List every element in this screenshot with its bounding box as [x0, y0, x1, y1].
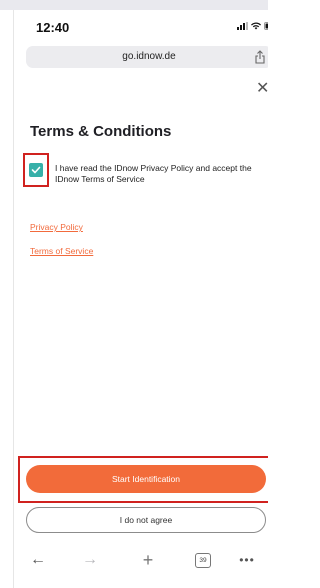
close-icon[interactable]: ✕ — [256, 81, 268, 97]
screen: 12:40 go.idnow.de ✕ Terms & Conditions I… — [0, 0, 268, 588]
checkmark-icon — [31, 166, 41, 174]
more-icon[interactable]: ••• — [236, 550, 258, 570]
privacy-policy-link[interactable]: Privacy Policy — [30, 222, 83, 232]
status-icons — [237, 22, 268, 30]
disagree-button[interactable]: I do not agree — [26, 507, 266, 533]
consent-text: I have read the IDnow Privacy Policy and… — [55, 163, 252, 184]
consent-checkbox[interactable] — [29, 163, 43, 177]
page-title: Terms & Conditions — [30, 123, 172, 140]
wifi-icon — [251, 22, 261, 30]
phone-screen: 12:40 go.idnow.de ✕ Terms & Conditions I… — [13, 10, 268, 588]
top-edge — [0, 0, 268, 10]
terms-of-service-link[interactable]: Terms of Service — [30, 246, 93, 256]
battery-icon — [264, 22, 268, 30]
share-icon[interactable] — [254, 50, 266, 64]
plus-icon[interactable]: + — [138, 550, 158, 570]
browser-toolbar: ← → + 39 ••• — [14, 542, 268, 588]
back-arrow-icon[interactable]: ← — [28, 550, 48, 570]
tabs-icon[interactable]: 39 — [195, 553, 211, 568]
start-identification-button[interactable]: Start Identification — [26, 465, 266, 493]
signal-icon — [237, 22, 248, 30]
status-time: 12:40 — [36, 20, 70, 35]
status-bar: 12:40 — [14, 10, 268, 42]
url-text: go.idnow.de — [122, 51, 176, 62]
address-bar[interactable]: go.idnow.de — [26, 46, 268, 68]
forward-arrow-icon[interactable]: → — [80, 550, 100, 570]
